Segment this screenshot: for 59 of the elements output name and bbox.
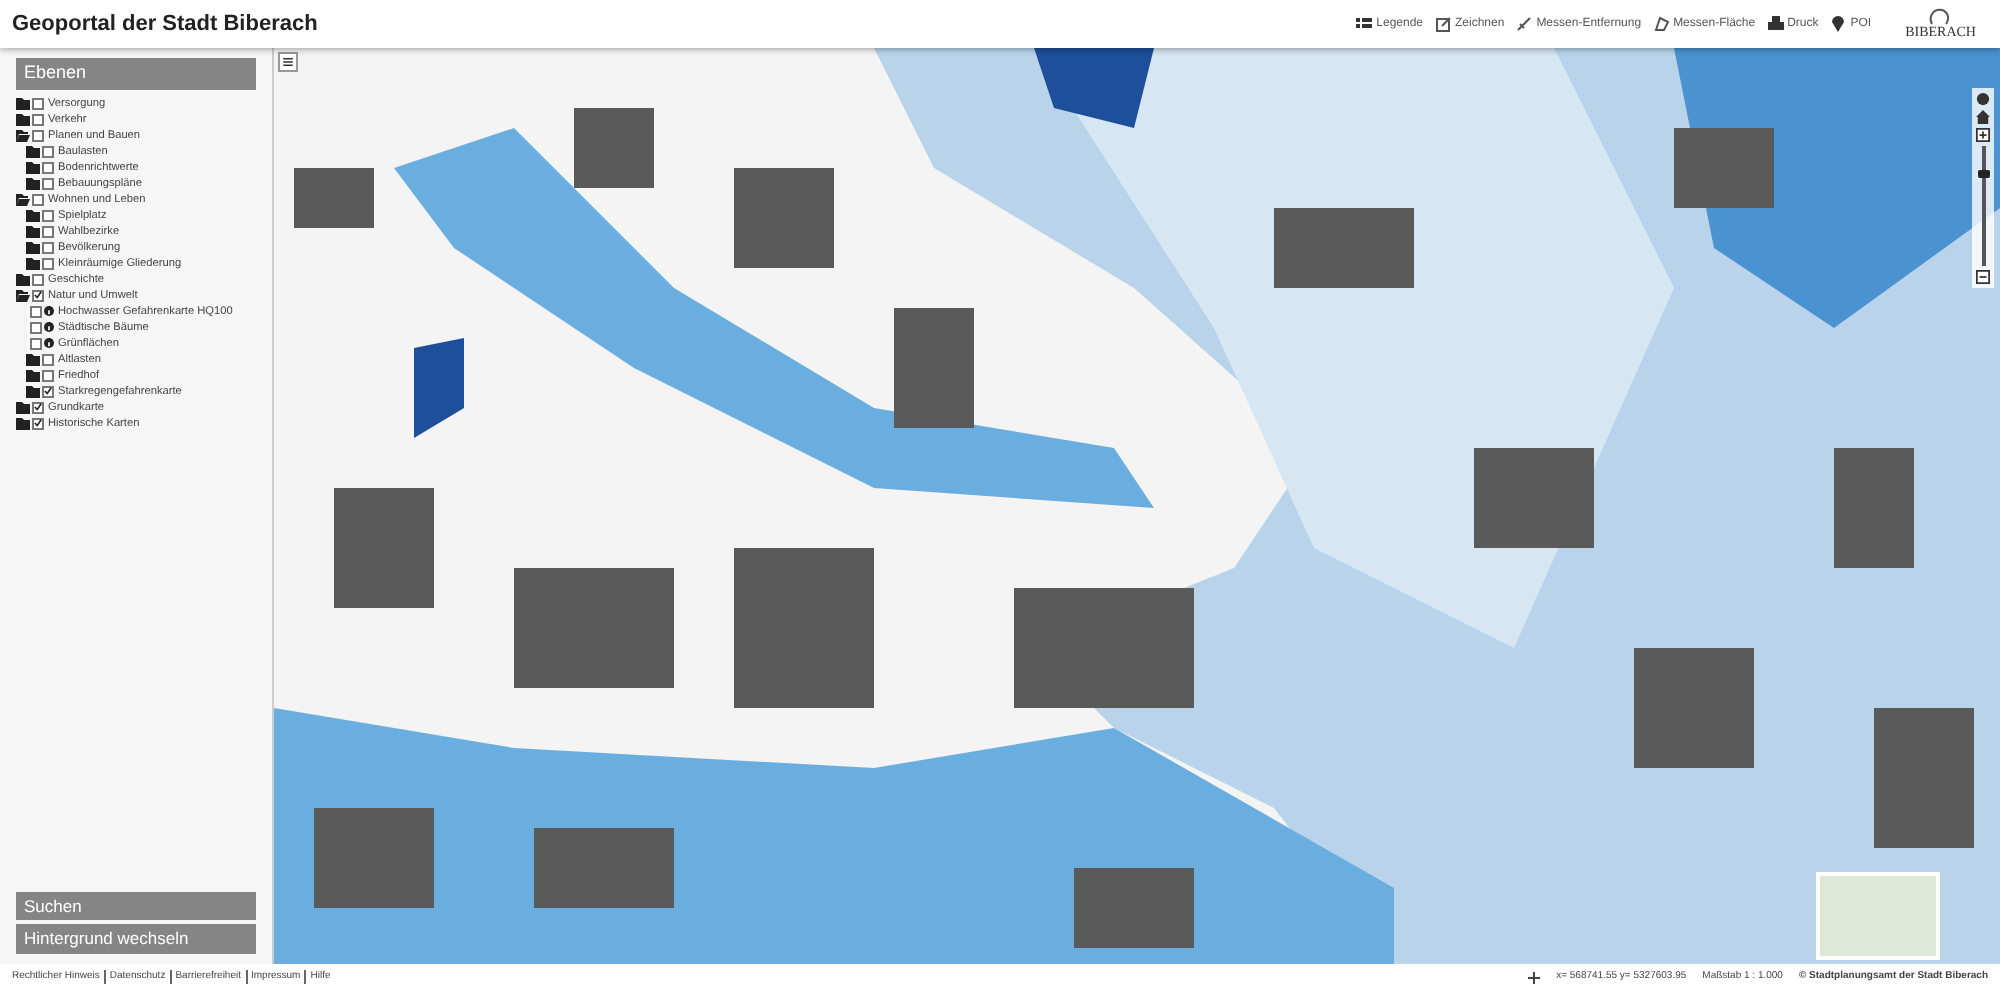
checkbox[interactable] (42, 257, 54, 269)
checkbox[interactable] (42, 385, 54, 397)
list-icon (1356, 16, 1373, 32)
checkbox[interactable] (32, 417, 44, 429)
info-icon[interactable] (44, 322, 54, 332)
checkbox[interactable] (42, 145, 54, 157)
folder-icon[interactable] (26, 177, 40, 189)
folder-icon[interactable] (26, 257, 40, 269)
area-icon (1653, 16, 1670, 32)
checkbox[interactable] (42, 177, 54, 189)
sidebar-button[interactable]: Hintergrund wechseln (16, 924, 256, 954)
slider-thumb[interactable] (1977, 170, 1989, 179)
folder-icon[interactable] (16, 417, 30, 429)
pin-icon (1830, 16, 1847, 32)
zoom-out-icon[interactable] (1976, 270, 1990, 284)
info-icon[interactable] (44, 306, 54, 316)
checkbox[interactable] (32, 113, 44, 125)
checkbox[interactable] (42, 225, 54, 237)
checkbox[interactable] (42, 353, 54, 365)
checkbox[interactable] (42, 161, 54, 173)
checkbox[interactable] (30, 305, 42, 317)
home-icon[interactable] (1976, 110, 1990, 124)
checkbox[interactable] (32, 401, 44, 413)
zoom-in-icon[interactable] (1976, 128, 1990, 142)
printer-icon (1767, 16, 1784, 32)
page-title: Geoportal der Stadt Biberach (12, 9, 318, 40)
pencil-icon (1435, 16, 1451, 32)
folder-icon[interactable] (16, 401, 30, 413)
menu-icon[interactable] (278, 52, 298, 72)
folder-icon[interactable] (26, 385, 40, 397)
sidebar-button[interactable]: Suchen (16, 891, 256, 921)
open-folder-icon[interactable] (16, 193, 30, 205)
checkbox[interactable] (42, 369, 54, 381)
panel-title: Ebenen (16, 58, 256, 89)
checkbox[interactable] (30, 321, 42, 333)
info-icon[interactable] (44, 338, 54, 348)
checkbox[interactable] (42, 241, 54, 253)
folder-icon[interactable] (26, 209, 40, 221)
checkbox[interactable] (32, 129, 44, 141)
folder-icon[interactable] (26, 241, 40, 253)
folder-icon[interactable] (26, 353, 40, 365)
open-folder-icon[interactable] (16, 289, 30, 301)
folder-icon[interactable] (16, 273, 30, 285)
checkbox[interactable] (32, 97, 44, 109)
checkbox[interactable] (42, 209, 54, 221)
checkbox[interactable] (32, 193, 44, 205)
folder-icon[interactable] (26, 369, 40, 381)
folder-icon[interactable] (26, 225, 40, 237)
folder-icon[interactable] (16, 113, 30, 125)
checkbox[interactable] (32, 289, 44, 301)
crosshair-icon (1528, 971, 1541, 983)
checkbox[interactable] (32, 273, 44, 285)
folder-icon[interactable] (26, 161, 40, 173)
checkbox[interactable] (30, 337, 42, 349)
folder-icon[interactable] (26, 145, 40, 157)
ruler-icon (1516, 16, 1533, 32)
open-folder-icon[interactable] (16, 129, 30, 141)
folder-icon[interactable] (16, 97, 30, 109)
globe-icon[interactable] (1976, 92, 1990, 106)
